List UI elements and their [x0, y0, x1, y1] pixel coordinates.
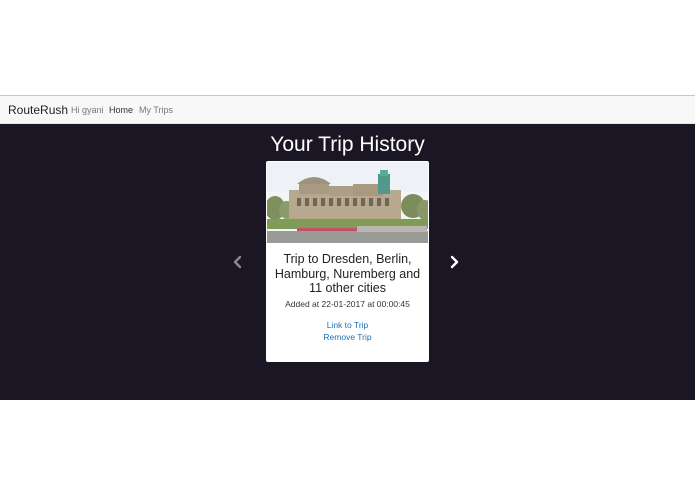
link-to-trip[interactable]: Link to Trip	[266, 320, 429, 330]
page-title: Your Trip History	[270, 133, 425, 156]
bottom-whitespace	[0, 400, 695, 494]
user-greeting[interactable]: Hi gyani	[71, 105, 104, 115]
nav-my-trips-link[interactable]: My Trips	[139, 105, 173, 115]
chevron-right-icon	[450, 255, 459, 269]
nav-home-link[interactable]: Home	[109, 105, 133, 115]
trip-card: Trip to Dresden, Berlin, Hamburg, Nuremb…	[266, 161, 429, 362]
navbar: RouteRush Hi gyani Home My Trips	[0, 95, 695, 124]
carousel-next-button[interactable]	[446, 254, 462, 270]
brand-logo[interactable]: RouteRush	[8, 103, 68, 117]
trip-photo	[267, 162, 428, 243]
trip-title: Trip to Dresden, Berlin, Hamburg, Nuremb…	[274, 252, 421, 295]
trip-added-date: Added at 22-01-2017 at 00:00:45	[285, 299, 410, 309]
carousel-prev-button[interactable]	[230, 254, 246, 270]
remove-trip-link[interactable]: Remove Trip	[266, 332, 429, 342]
trip-history-section: Your Trip History Trip to Dresden, Berli…	[0, 124, 695, 400]
chevron-left-icon	[233, 255, 242, 269]
top-whitespace	[0, 0, 695, 95]
